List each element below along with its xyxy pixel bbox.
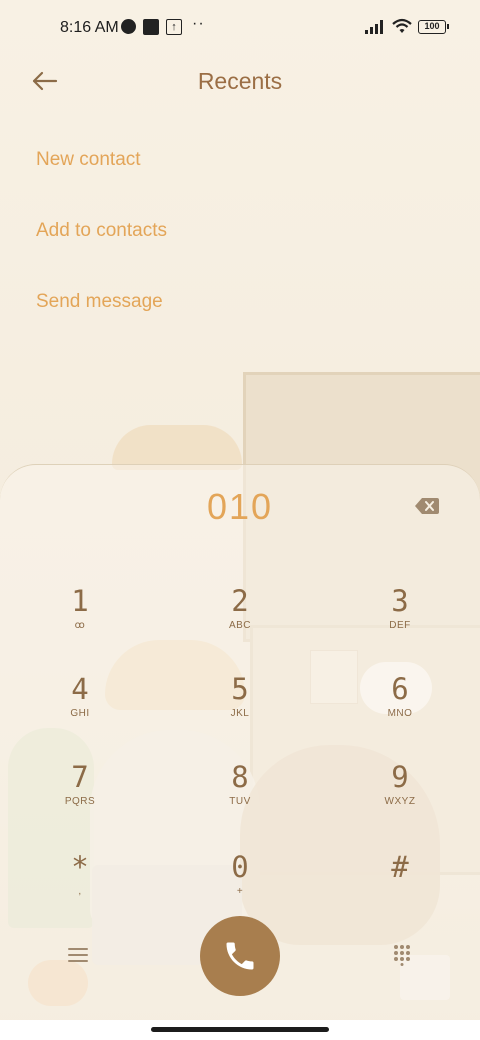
dial-key-digit: 1: [71, 584, 89, 618]
voicemail-icon: ꝏ: [74, 620, 86, 631]
dial-key-digit: 8: [231, 760, 249, 794]
status-bar: 8:16 AM ↑ ·· 100: [0, 0, 480, 56]
dial-key-letters: WXYZ: [384, 796, 416, 807]
notification-circle-icon: [121, 19, 136, 34]
wifi-icon: [392, 18, 412, 33]
battery-icon: 100: [418, 20, 449, 34]
signal-icon: [365, 20, 385, 34]
dial-key-digit: 5: [231, 672, 249, 706]
dial-key-0[interactable]: 0 +: [185, 850, 295, 920]
dial-key-digit: #: [391, 850, 409, 884]
upload-icon: ↑: [166, 19, 182, 35]
dial-key-digit: 0: [231, 850, 249, 884]
call-button[interactable]: [200, 916, 280, 996]
more-notifications-indicator: ··: [192, 15, 205, 32]
dial-key-letters: PQRS: [64, 796, 96, 807]
dial-key-6[interactable]: 6 MNO: [345, 672, 455, 742]
dial-key-9[interactable]: 9 WXYZ: [345, 760, 455, 830]
dial-key-digit: 4: [71, 672, 89, 706]
dial-key-letters: TUV: [229, 796, 251, 807]
dial-key-4[interactable]: 4 GHI: [25, 672, 135, 742]
dialpad-toggle-icon[interactable]: [393, 944, 411, 966]
new-contact-button[interactable]: New contact: [36, 149, 141, 171]
page-title: Recents: [197, 68, 283, 94]
dial-key-letters: GHI: [70, 708, 90, 719]
app-square-icon: [143, 19, 159, 35]
dial-key-letters: DEF: [389, 620, 411, 631]
dial-key-digit: 6: [391, 672, 409, 706]
menu-icon[interactable]: [68, 947, 88, 963]
home-gesture-handle[interactable]: [151, 1027, 329, 1032]
dial-key-digit: *: [71, 850, 89, 884]
dial-key-letters: +: [236, 886, 244, 897]
dial-key-letters: ABC: [228, 620, 252, 631]
dial-key-5[interactable]: 5 JKL: [185, 672, 295, 742]
dial-key-7[interactable]: 7 PQRS: [25, 760, 135, 830]
dial-key-letters: MNO: [387, 708, 413, 719]
dial-key-letters: JKL: [230, 708, 250, 719]
dial-key-letters: ,: [78, 886, 82, 897]
dial-key-1[interactable]: 1 ꝏ: [25, 584, 135, 654]
dial-key-digit: 7: [71, 760, 89, 794]
add-to-contacts-button[interactable]: Add to contacts: [36, 220, 167, 242]
dial-key-digit: 2: [231, 584, 249, 618]
dial-key-3[interactable]: 3 DEF: [345, 584, 455, 654]
dial-key-hash[interactable]: #: [345, 850, 455, 920]
dial-key-star[interactable]: * ,: [25, 850, 135, 920]
dial-key-2[interactable]: 2 ABC: [185, 584, 295, 654]
dialed-number: 010: [206, 486, 274, 527]
status-time: 8:16 AM: [60, 19, 119, 36]
backspace-icon[interactable]: [415, 498, 439, 514]
dial-key-digit: 9: [391, 760, 409, 794]
dial-key-8[interactable]: 8 TUV: [185, 760, 295, 830]
dial-key-digit: 3: [391, 584, 409, 618]
send-message-button[interactable]: Send message: [36, 291, 163, 313]
phone-icon: [226, 942, 254, 970]
